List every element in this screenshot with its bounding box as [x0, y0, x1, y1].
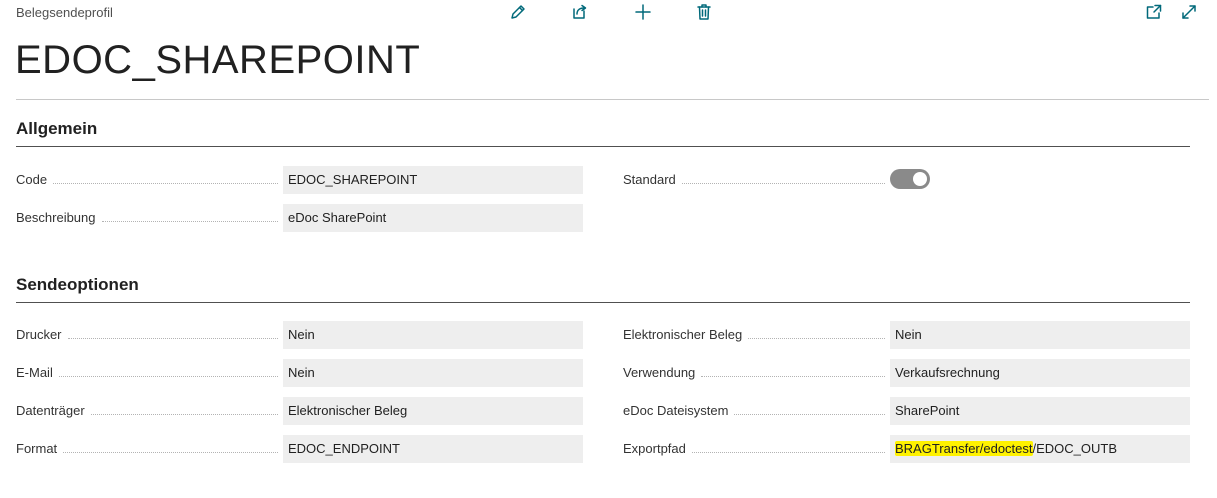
share-icon [573, 4, 587, 19]
format-field[interactable]: EDOC_ENDPOINT [283, 435, 583, 463]
disk-field[interactable]: Elektronischer Beleg [283, 397, 583, 425]
expand-icon [1182, 5, 1196, 19]
field-label-edoc-filesystem: eDoc Dateisystem [623, 401, 885, 421]
standard-toggle[interactable] [890, 169, 930, 189]
toggle-knob [913, 172, 927, 186]
expand-button[interactable] [1178, 1, 1200, 23]
field-label-description: Beschreibung [16, 208, 278, 228]
field-label-printer: Drucker [16, 325, 278, 345]
share-button[interactable] [569, 1, 591, 23]
pencil-icon [511, 5, 525, 19]
title-divider [16, 99, 1209, 100]
printer-field[interactable]: Nein [283, 321, 583, 349]
page-title: EDOC_SHAREPOINT [15, 38, 421, 82]
description-field[interactable]: eDoc SharePoint [283, 204, 583, 232]
trash-icon [697, 4, 711, 20]
export-path-field[interactable]: BRAGTransfer/edoctest/EDOC_OUTB [890, 435, 1190, 463]
electronic-doc-field[interactable]: Nein [890, 321, 1190, 349]
edoc-filesystem-field[interactable]: SharePoint [890, 397, 1190, 425]
code-field[interactable]: EDOC_SHAREPOINT [283, 166, 583, 194]
field-label-email: E-Mail [16, 363, 278, 383]
field-label-standard: Standard [623, 170, 885, 190]
field-label-disk: Datenträger [16, 401, 278, 421]
section-header-general[interactable]: Allgemein [16, 119, 1190, 147]
export-path-rest: /EDOC_OUTB [1032, 441, 1118, 456]
new-button[interactable] [632, 1, 654, 23]
open-new-window-button[interactable] [1143, 1, 1165, 23]
section-header-send-options[interactable]: Sendeoptionen [16, 275, 1190, 303]
delete-button[interactable] [693, 1, 715, 23]
page-caption: Belegsendeprofil [16, 5, 113, 20]
open-new-window-icon [1146, 4, 1162, 19]
export-path-highlighted: BRAGTransfer/edoctest [895, 441, 1033, 456]
field-label-export-path: Exportpfad [623, 439, 885, 459]
plus-icon [635, 4, 651, 20]
edit-button[interactable] [507, 1, 529, 23]
field-label-electronic-doc: Elektronischer Beleg [623, 325, 885, 345]
email-field[interactable]: Nein [283, 359, 583, 387]
field-label-usage: Verwendung [623, 363, 885, 383]
field-label-code: Code [16, 170, 278, 190]
usage-field[interactable]: Verkaufsrechnung [890, 359, 1190, 387]
field-label-format: Format [16, 439, 278, 459]
